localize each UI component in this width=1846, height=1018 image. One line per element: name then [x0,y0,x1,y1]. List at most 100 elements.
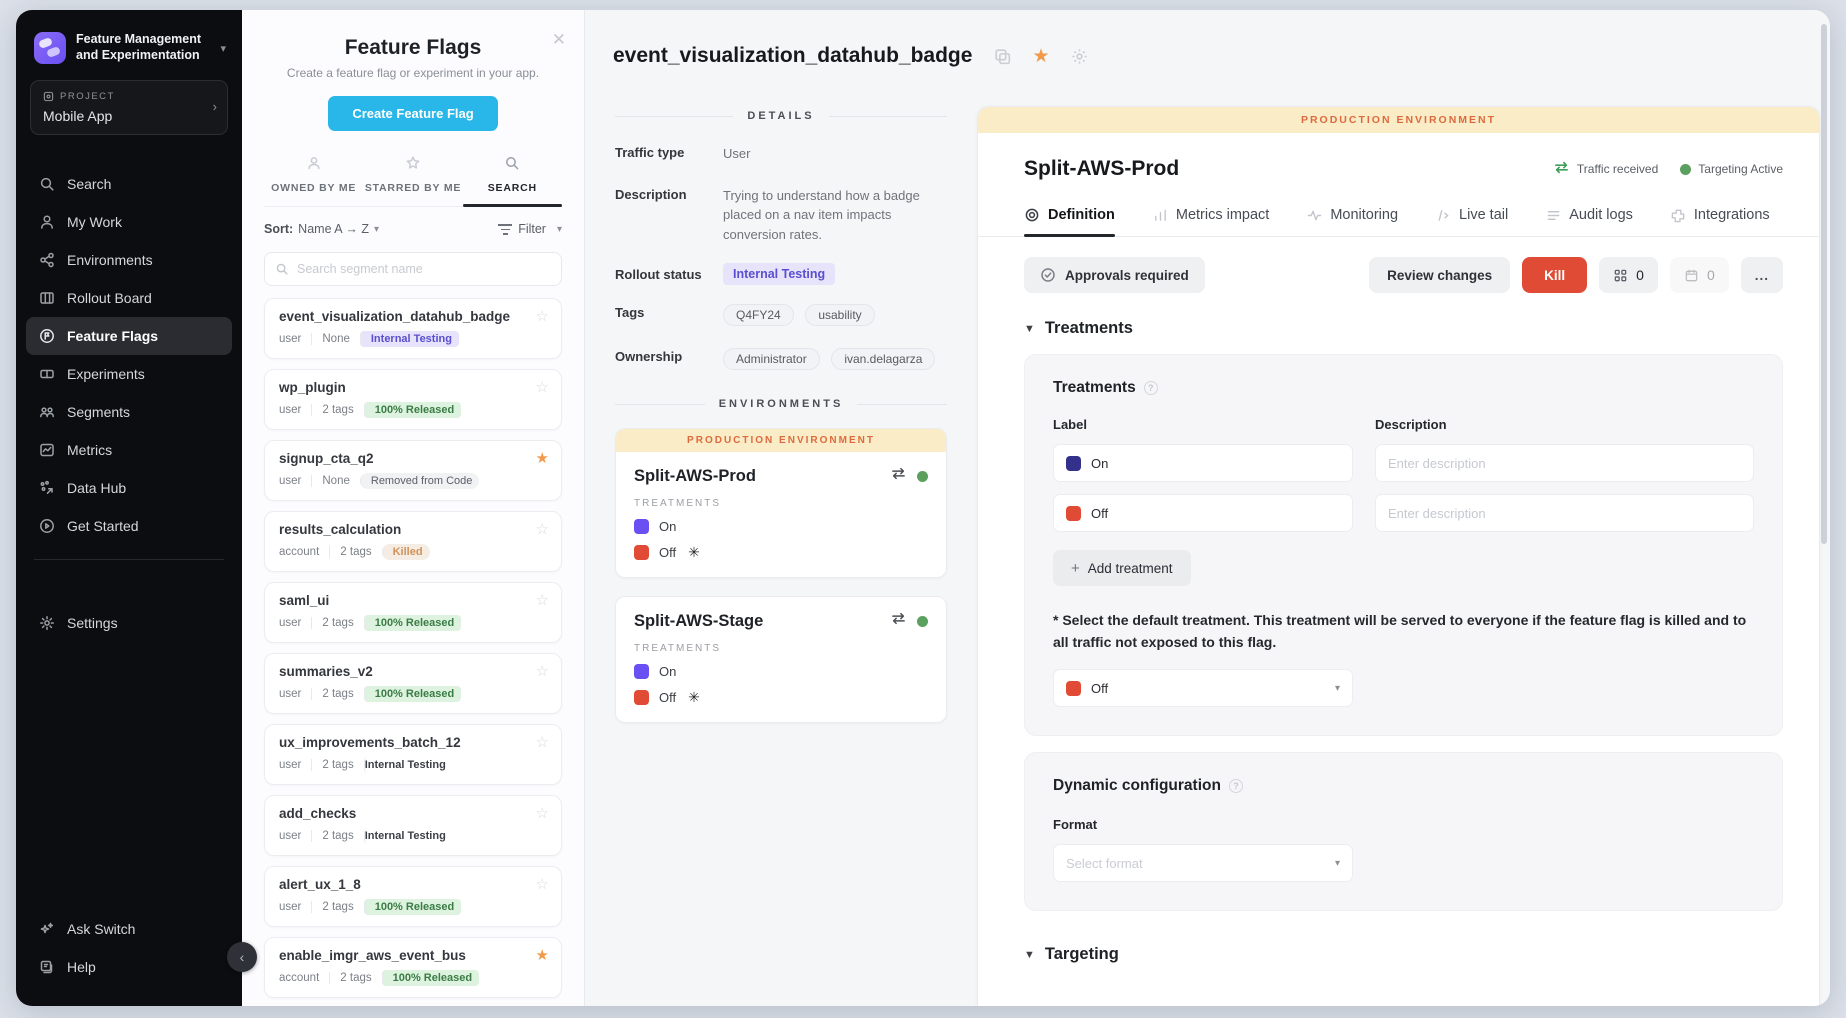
project-switcher[interactable]: PROJECT Mobile App › [30,80,228,135]
treatment-label-field[interactable] [1053,494,1353,532]
sidebar-item-help[interactable]: Help [26,948,232,986]
sidebar-item-label: Help [67,959,96,975]
sort-dropdown[interactable]: Name A → Z [298,222,369,236]
sidebar-item-label: Experiments [67,366,145,382]
tab-monitoring[interactable]: Monitoring [1307,207,1398,236]
star-icon[interactable]: ☆ [536,875,549,893]
targeting-section-header[interactable]: ▼ Targeting [978,911,1819,964]
flag-card[interactable]: add_checks user2 tagsInternal Testing ☆ [264,795,562,856]
treatments-label: TREATMENTS [634,498,928,509]
treatment-description-input[interactable] [1388,506,1741,521]
flag-name: event_visualization_datahub_badge [279,309,547,324]
star-icon[interactable]: ☆ [536,520,549,538]
sidebar-item-metrics[interactable]: Metrics [26,431,232,469]
flag-card[interactable]: event_visualization_datahub_badge userNo… [264,298,562,359]
help-circle-icon[interactable]: ? [1144,381,1158,395]
tab-integrations[interactable]: Integrations [1671,207,1770,236]
sidebar-item-feature-flags[interactable]: Feature Flags [26,317,232,355]
flag-card[interactable]: alert_ux_1_8 user2 tags100% Released ☆ [264,866,562,927]
treatment-column-headers: Label Description [1053,417,1754,432]
tab-definition[interactable]: Definition [1024,207,1115,236]
flag-card[interactable]: wp_plugin user2 tags100% Released ☆ [264,369,562,430]
flag-card[interactable]: results_calculation account2 tagsKilled … [264,511,562,572]
star-icon[interactable]: ☆ [536,733,549,751]
star-icon[interactable]: ☆ [536,804,549,822]
treatment-label-input[interactable] [1091,456,1340,471]
tag-pill[interactable]: Q4FY24 [723,304,794,326]
treatment-description-input[interactable] [1388,456,1741,471]
tab-live-tail[interactable]: Live tail [1436,207,1508,236]
sidebar-item-my-work[interactable]: My Work [26,203,232,241]
schedule-count-button[interactable]: 0 [1670,257,1729,293]
treatment-description-field[interactable] [1375,444,1754,482]
star-icon[interactable]: ★ [536,946,549,964]
sidebar-item-get-started[interactable]: Get Started [26,507,232,545]
filter-dropdown[interactable]: Filter ▾ [498,221,562,238]
sidebar-item-rollout-board[interactable]: Rollout Board [26,279,232,317]
more-options-button[interactable]: ... [1741,257,1783,293]
gear-icon[interactable] [1069,46,1089,66]
star-icon[interactable]: ☆ [536,662,549,680]
flag-traffic-type: user [279,617,301,629]
vertical-scrollbar[interactable] [1821,24,1827,544]
brand[interactable]: Feature Management and Experimentation ▾ [16,32,242,64]
project-label: PROJECT [60,91,115,102]
tab-label: Monitoring [1330,207,1398,223]
sidebar-item-experiments[interactable]: Experiments [26,355,232,393]
sidebar-item-label: Get Started [67,518,139,534]
environment-card-stage[interactable]: Split-AWS-Stage TREATMENTS On Off✳ [615,596,947,723]
field-label: Description [615,186,723,245]
tab-audit-logs[interactable]: Audit logs [1546,207,1633,236]
owner-pill[interactable]: ivan.delagarza [831,348,935,370]
create-feature-flag-button[interactable]: Create Feature Flag [328,96,497,131]
kill-button[interactable]: Kill [1522,257,1587,293]
treatments-section-header[interactable]: ▼ Treatments [978,293,1819,338]
flags-tabs: OWNED BY ME STARRED BY ME SEARCH [264,149,562,207]
environment-card-prod[interactable]: PRODUCTION ENVIRONMENT Split-AWS-Prod TR… [615,428,947,578]
tag-pill[interactable]: usability [805,304,874,326]
flag-card[interactable]: enable_imgr_aws_event_bus account2 tags1… [264,937,562,998]
sidebar-collapse-handle[interactable]: ‹ [227,942,257,972]
flag-status-badge: 100% Released [364,402,462,418]
sidebar-item-ask-switch[interactable]: Ask Switch [26,910,232,948]
star-icon[interactable]: ★ [1032,45,1049,68]
sidebar-item-segments[interactable]: Segments [26,393,232,431]
sidebar-item-environments[interactable]: Environments [26,241,232,279]
add-treatment-button[interactable]: + Add treatment [1053,550,1191,586]
traffic-arrows-icon [890,611,907,631]
tab-search[interactable]: SEARCH [463,149,562,206]
approvals-required-pill[interactable]: Approvals required [1024,257,1205,293]
description-value: Trying to understand how a badge placed … [723,186,933,245]
format-select[interactable]: Select format ▾ [1053,844,1353,882]
star-icon[interactable]: ☆ [536,378,549,396]
default-treatment-select[interactable]: Off ▾ [1053,669,1353,707]
sidebar-item-label: Search [67,176,111,192]
owner-pill[interactable]: Administrator [723,348,820,370]
treatment-off-swatch [634,545,649,560]
star-icon[interactable]: ★ [536,449,549,467]
flag-card[interactable]: ux_improvements_batch_12 user2 tagsInter… [264,724,562,785]
treatment-label-field[interactable] [1053,444,1353,482]
tab-owned-by-me[interactable]: OWNED BY ME [264,149,363,206]
treatment-label-input[interactable] [1091,506,1340,521]
treatment-description-field[interactable] [1375,494,1754,532]
rollout-count-button[interactable]: 0 [1599,257,1658,293]
flag-card[interactable]: summaries_v2 user2 tags100% Released ☆ [264,653,562,714]
star-icon[interactable]: ☆ [536,307,549,325]
sidebar-item-settings[interactable]: Settings [26,604,232,642]
search-input[interactable] [297,262,551,276]
close-icon[interactable]: ✕ [552,30,566,50]
sidebar-item-search[interactable]: Search [26,165,232,203]
sidebar-item-label: Rollout Board [67,290,152,306]
star-icon[interactable]: ☆ [536,591,549,609]
flag-card[interactable]: signup_cta_q2 userNoneRemoved from Code … [264,440,562,501]
copy-icon[interactable] [992,46,1012,66]
flag-card[interactable]: saml_ui user2 tags100% Released ☆ [264,582,562,643]
help-circle-icon[interactable]: ? [1229,779,1243,793]
tab-metrics-impact[interactable]: Metrics impact [1153,207,1269,236]
sidebar-item-data-hub[interactable]: Data Hub [26,469,232,507]
data-hub-icon [38,480,55,497]
review-changes-button[interactable]: Review changes [1369,257,1510,293]
treatment-on-swatch [634,664,649,679]
tab-starred-by-me[interactable]: STARRED BY ME [363,149,462,206]
